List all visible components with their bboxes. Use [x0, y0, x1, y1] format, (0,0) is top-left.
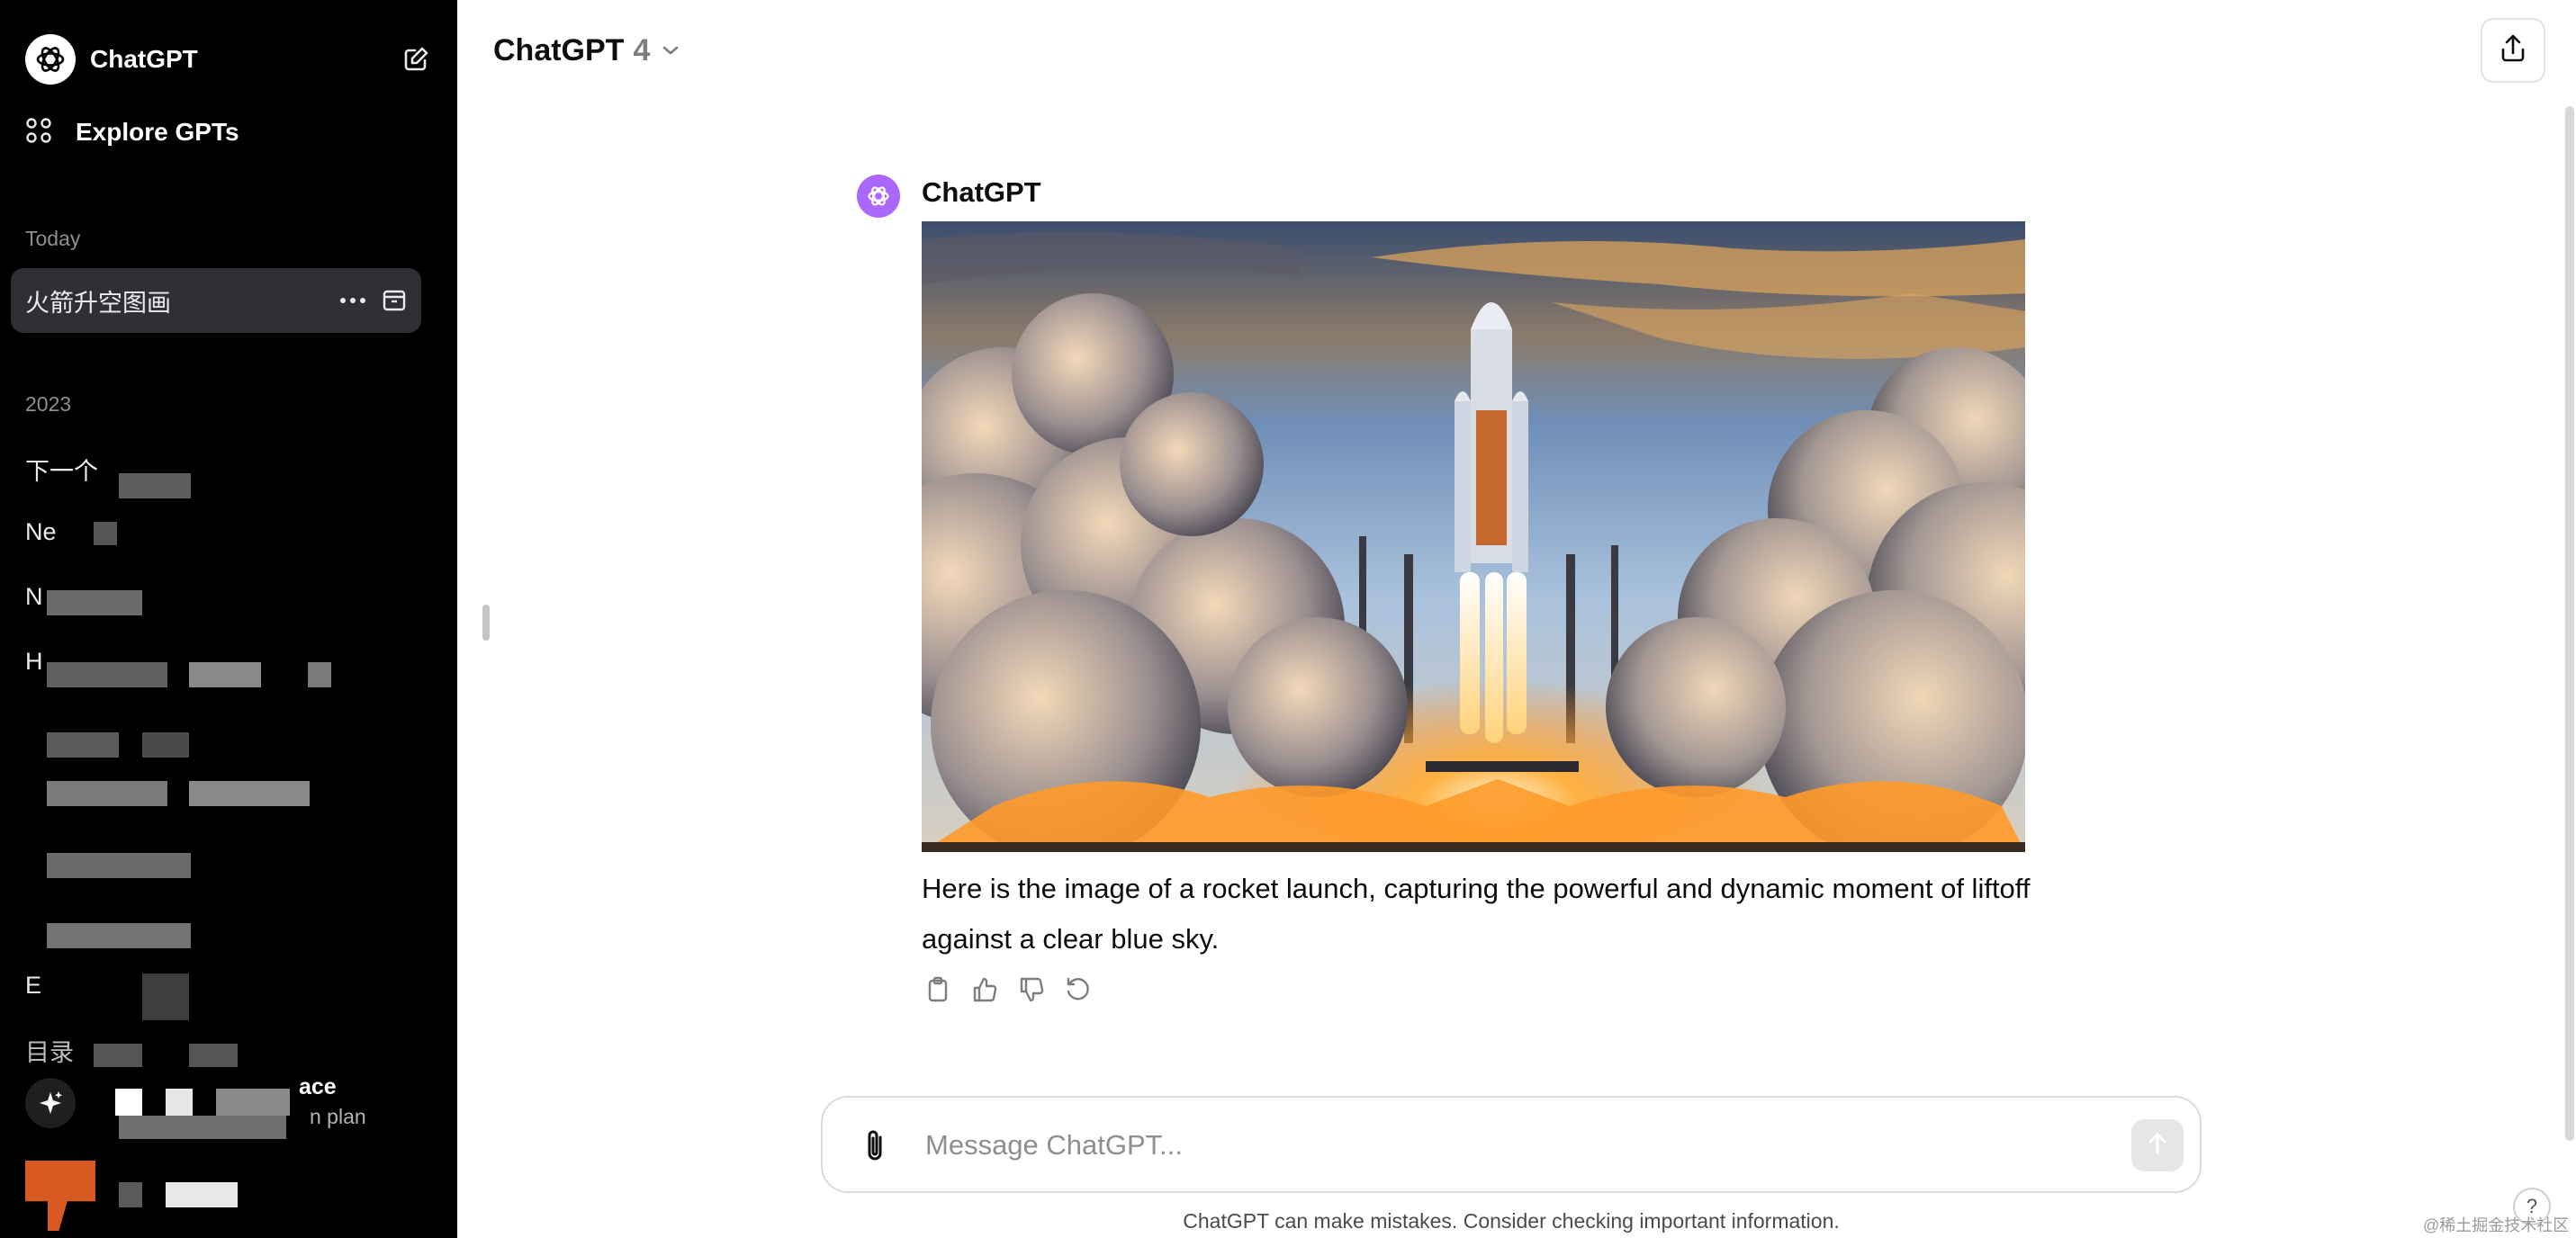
redacted-block [94, 1044, 142, 1067]
active-chat-item[interactable]: 火箭升空图画 [11, 268, 421, 333]
model-name: ChatGPT [493, 32, 625, 67]
disclaimer: ChatGPT can make mistakes. Consider chec… [1183, 1209, 1840, 1233]
redacted-block [166, 1089, 193, 1116]
sparkle-icon [25, 1078, 76, 1128]
assistant-avatar [857, 175, 900, 218]
history-item[interactable]: 目录 [25, 1033, 74, 1068]
share-button[interactable] [2481, 18, 2545, 83]
send-button[interactable] [2131, 1119, 2184, 1171]
history-item-label: N [25, 583, 43, 610]
avatar [25, 1161, 95, 1231]
message-actions [922, 973, 1109, 1006]
arrow-up-icon [2146, 1131, 2169, 1161]
redacted-block [47, 590, 142, 615]
history-item[interactable]: H [25, 648, 43, 676]
chevron-down-icon [661, 44, 680, 57]
redacted-block [115, 1089, 142, 1116]
model-selector[interactable]: ChatGPT 4 [493, 27, 680, 74]
explore-gpts-label: Explore GPTs [76, 118, 239, 146]
redacted-block [47, 732, 119, 758]
message-author: ChatGPT [922, 176, 1041, 208]
copy-icon[interactable] [922, 973, 954, 1006]
redacted-block [189, 781, 310, 806]
redacted-block [142, 973, 189, 1020]
redacted-block [47, 662, 167, 687]
watermark: @稀土掘金技术社区 [2423, 1216, 2570, 1234]
redacted-block [166, 1182, 238, 1207]
explore-gpts-link[interactable]: Explore GPTs [25, 110, 239, 155]
redacted-block [47, 781, 167, 806]
redacted-block [189, 662, 261, 687]
new-chat-icon[interactable] [400, 43, 432, 76]
upgrade-subtitle: n plan [310, 1105, 366, 1128]
history-item[interactable]: Ne [25, 518, 57, 546]
redacted-block [47, 923, 191, 948]
sidebar-brand: ChatGPT [90, 45, 198, 73]
generated-rocket-image[interactable] [922, 221, 2025, 852]
share-icon [2499, 33, 2527, 68]
history-item-label: H [25, 648, 43, 675]
redacted-block [94, 522, 117, 545]
model-version: 4 [633, 32, 651, 67]
upgrade-title: ace [299, 1074, 337, 1099]
more-icon[interactable] [338, 286, 367, 315]
user-menu[interactable] [25, 1161, 421, 1233]
upgrade-plan-item[interactable]: ace n plan [25, 1071, 421, 1143]
message-input[interactable] [925, 1123, 2077, 1168]
thumbs-up-icon[interactable] [968, 973, 1001, 1006]
regenerate-icon[interactable] [1062, 973, 1094, 1006]
history-item-label: E [25, 972, 42, 999]
redacted-block [119, 1116, 286, 1139]
today-section-label: Today [25, 227, 81, 250]
history-item[interactable]: 下一个 [25, 452, 98, 487]
thumbs-down-icon[interactable] [1015, 973, 1048, 1006]
history-item[interactable]: E [25, 972, 41, 1000]
redacted-block [308, 662, 331, 687]
main-panel: ChatGPT 4 ChatGPT Here is the image of a… [457, 0, 2576, 1238]
sidebar: ChatGPT Explore GPTs Today 火箭升空图画 2023 下… [0, 0, 457, 1238]
history-item-label: 下一个 [25, 458, 98, 485]
sidebar-collapse-handle[interactable] [482, 605, 490, 641]
paperclip-icon[interactable] [855, 1125, 895, 1168]
message-composer [821, 1096, 2202, 1193]
history-item-label: 目录 [25, 1039, 74, 1066]
archive-icon[interactable] [380, 286, 409, 315]
history-item-label: Ne [25, 518, 57, 545]
sidebar-header[interactable]: ChatGPT [25, 32, 432, 86]
rocket-image-svg [922, 221, 2025, 852]
redacted-block [119, 473, 191, 498]
history-item[interactable]: N [25, 583, 43, 611]
chatgpt-logo-icon [25, 34, 76, 85]
redacted-block [216, 1089, 290, 1116]
message-text: Here is the image of a rocket launch, ca… [922, 873, 2031, 955]
redacted-block [47, 853, 191, 878]
redacted-block [142, 732, 189, 758]
year-section-label: 2023 [25, 392, 72, 416]
redacted-block [189, 1044, 238, 1067]
grid-icon [25, 117, 52, 148]
scrollbar[interactable] [2565, 106, 2574, 1141]
active-chat-title: 火箭升空图画 [25, 289, 171, 317]
redacted-block [119, 1182, 142, 1207]
